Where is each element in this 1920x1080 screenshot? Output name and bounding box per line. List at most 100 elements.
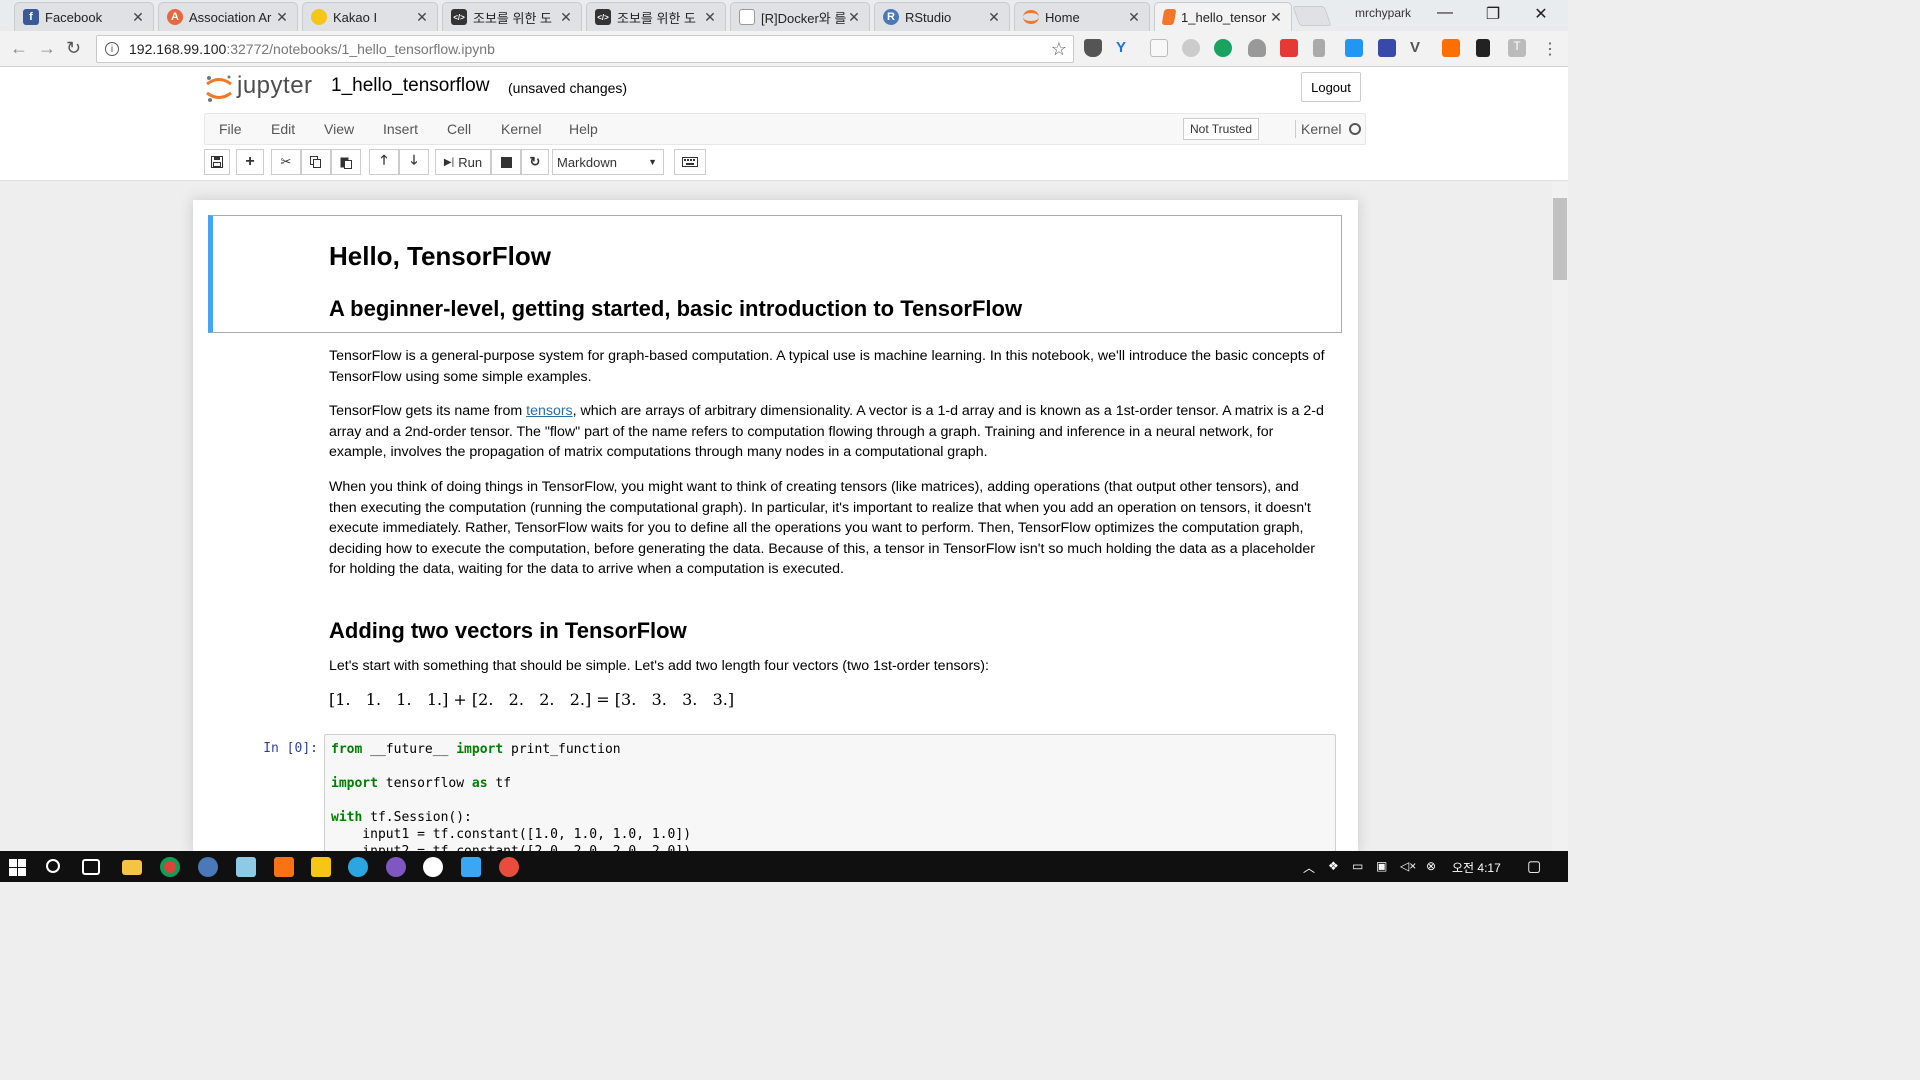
notebook-name[interactable]: 1_hello_tensorflow <box>331 75 489 97</box>
tab-hello-tensorflow[interactable]: 1_hello_tensor ✕ <box>1154 2 1292 31</box>
tab-association[interactable]: A Association Ar ✕ <box>158 2 298 31</box>
close-icon[interactable]: ✕ <box>131 9 145 26</box>
extension-lock-icon[interactable] <box>1476 39 1490 57</box>
extension-doc-icon[interactable] <box>1150 39 1168 57</box>
not-trusted-button[interactable]: Not Trusted <box>1183 118 1259 140</box>
close-icon[interactable]: ✕ <box>847 9 861 26</box>
extension-purple-icon[interactable] <box>1378 39 1396 57</box>
tab-kakao[interactable]: Kakao I ✕ <box>302 2 438 31</box>
tab-home[interactable]: Home ✕ <box>1014 2 1150 31</box>
menu-file[interactable]: File <box>219 121 242 137</box>
cut-button[interactable]: ✂ <box>271 149 301 175</box>
page-scrollbar[interactable] <box>1552 182 1568 851</box>
extension-chart-icon[interactable] <box>1442 39 1460 57</box>
tab-label: Home <box>1045 9 1080 25</box>
tab-r-docker[interactable]: [R]Docker와 를 ✕ <box>730 2 870 31</box>
tab-facebook[interactable]: f Facebook ✕ <box>14 2 154 31</box>
run-button[interactable]: ▶| Run <box>435 149 491 175</box>
code-cell-editor[interactable]: from __future__ import print_function im… <box>324 734 1336 852</box>
battery-icon[interactable]: ▭ <box>1352 859 1363 873</box>
paste-button[interactable] <box>331 149 361 175</box>
github-icon[interactable] <box>423 857 443 877</box>
restore-icon[interactable]: ❐ <box>1478 4 1508 24</box>
insert-cell-button[interactable]: + <box>236 149 264 175</box>
kakaotalk-icon[interactable] <box>311 857 331 877</box>
extension-drop-icon[interactable] <box>1248 39 1266 57</box>
profile-name[interactable]: mrchypark <box>1355 6 1411 20</box>
task-view-icon[interactable] <box>82 859 100 875</box>
extension-red-icon[interactable] <box>1280 39 1298 57</box>
restart-button[interactable]: ↻ <box>521 149 549 175</box>
new-tab-button[interactable] <box>1292 6 1332 26</box>
extension-green-icon[interactable] <box>1214 39 1232 57</box>
docker-icon[interactable] <box>499 857 519 877</box>
notification-off-icon[interactable]: ⊗ <box>1426 859 1436 873</box>
logout-button[interactable]: Logout <box>1301 72 1361 102</box>
tab-docker-guide-1[interactable]: </> 조보를 위한 도 ✕ <box>442 2 582 31</box>
visual-studio-icon[interactable] <box>274 857 294 877</box>
close-icon[interactable]: ✕ <box>703 9 717 26</box>
network-icon[interactable]: ▣ <box>1376 859 1387 873</box>
tor-icon[interactable] <box>386 857 406 877</box>
arrow-up-icon: 🡑 <box>380 152 388 167</box>
command-palette-button[interactable] <box>674 149 706 175</box>
minimize-icon[interactable]: — <box>1430 4 1460 22</box>
extension-t-icon[interactable]: T <box>1508 39 1526 57</box>
close-icon[interactable]: ✕ <box>1269 9 1283 26</box>
url-input[interactable]: i 192.168.99.100:32772/notebooks/1_hello… <box>96 35 1074 63</box>
bookmark-star-icon[interactable]: ☆ <box>1051 39 1067 60</box>
dropbox-icon[interactable]: ❖ <box>1328 859 1339 873</box>
tab-label: Facebook <box>45 9 103 25</box>
extension-blue-icon[interactable] <box>1345 39 1363 57</box>
rstudio-taskbar-icon[interactable] <box>198 857 218 877</box>
back-icon[interactable]: ← <box>10 38 28 59</box>
menu-cell[interactable]: Cell <box>447 121 471 137</box>
pocket-icon[interactable] <box>1084 39 1102 57</box>
intro-paragraph: TensorFlow is a general-purpose system f… <box>329 348 1325 385</box>
menu-insert[interactable]: Insert <box>383 121 418 137</box>
search-icon[interactable] <box>46 859 60 873</box>
jupyter-logo-text[interactable]: jupyter <box>237 72 313 100</box>
chrome-icon[interactable] <box>160 857 180 877</box>
scrollbar-thumb[interactable] <box>1553 198 1567 280</box>
close-window-icon[interactable]: ✕ <box>1526 4 1556 24</box>
extension-bars-icon[interactable] <box>1313 39 1325 57</box>
notepad-icon[interactable] <box>236 857 256 877</box>
extension-gray-icon[interactable] <box>1182 39 1200 57</box>
save-button[interactable] <box>204 149 230 175</box>
close-icon[interactable]: ✕ <box>275 9 289 26</box>
taskbar-clock[interactable]: 오전 4:17 <box>1452 859 1501 876</box>
action-center-icon[interactable]: ▢ <box>1527 857 1541 875</box>
menu-help[interactable]: Help <box>569 121 598 137</box>
extension-v-icon[interactable]: V <box>1410 39 1428 57</box>
menu-kernel[interactable]: Kernel <box>501 121 541 137</box>
close-icon[interactable]: ✕ <box>415 9 429 26</box>
tray-chevron-icon[interactable]: ︿ <box>1303 859 1315 876</box>
menu-view[interactable]: View <box>324 121 354 137</box>
tab-rstudio[interactable]: R RStudio ✕ <box>874 2 1010 31</box>
tensors-link[interactable]: tensors <box>526 403 573 419</box>
jupyter-icon <box>1023 10 1039 24</box>
kitematic-icon[interactable] <box>461 857 481 877</box>
close-icon[interactable]: ✕ <box>987 9 1001 26</box>
menu-edit[interactable]: Edit <box>271 121 295 137</box>
file-explorer-icon[interactable] <box>122 860 142 875</box>
reload-icon[interactable]: ↻ <box>66 38 81 59</box>
move-up-button[interactable]: 🡑 <box>369 149 399 175</box>
copy-button[interactable] <box>301 149 331 175</box>
interrupt-button[interactable] <box>491 149 521 175</box>
move-down-button[interactable]: 🡓 <box>399 149 429 175</box>
tab-docker-guide-2[interactable]: </> 조보를 위한 도 ✕ <box>586 2 726 31</box>
extension-y-icon[interactable]: Y <box>1116 39 1134 57</box>
close-icon[interactable]: ✕ <box>1127 9 1141 26</box>
telegram-icon[interactable] <box>348 857 368 877</box>
windows-taskbar: ︿ ❖ ▭ ▣ ◁× ⊗ 오전 4:17 ▢ <box>0 851 1568 882</box>
windows-start-icon[interactable] <box>9 859 26 876</box>
jupyter-logo-icon[interactable] <box>204 73 234 103</box>
cell-type-select[interactable]: Markdown ▼ <box>552 149 664 175</box>
info-icon[interactable]: i <box>105 42 119 56</box>
volume-muted-icon[interactable]: ◁× <box>1400 859 1416 873</box>
forward-icon[interactable]: → <box>38 38 56 59</box>
menu-kebab-icon[interactable]: ⋮ <box>1542 39 1560 58</box>
close-icon[interactable]: ✕ <box>559 9 573 26</box>
